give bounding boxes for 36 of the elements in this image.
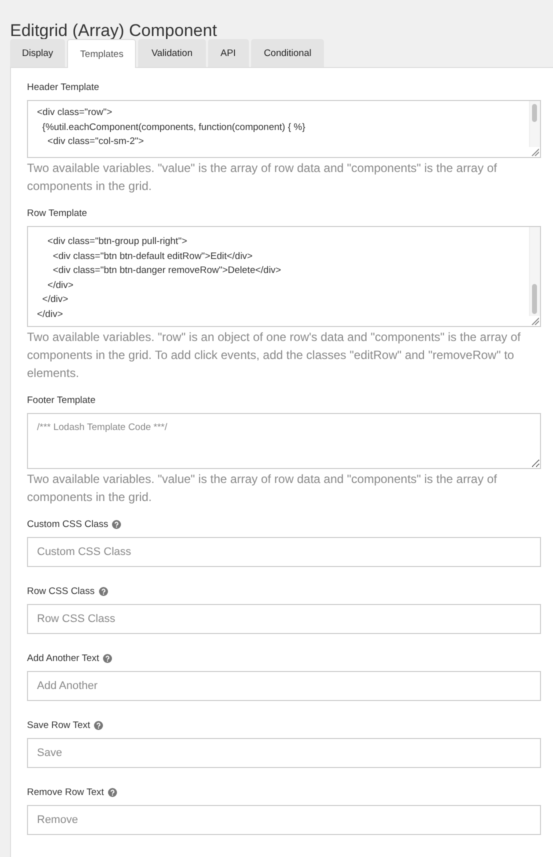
text-field[interactable]: Custom CSS Class — [27, 537, 541, 567]
help-text: Two available variables. "value" is the array of row data and "components" is the array of components in the grid. — [27, 471, 498, 506]
help-icon[interactable] — [94, 721, 104, 730]
scrollbar[interactable] — [529, 227, 540, 316]
field-label: Row CSS Class — [27, 586, 95, 597]
tab[interactable]: Templates — [67, 39, 136, 68]
code-field[interactable]: <div class="btn-group pull-right"> <div class="btn btn-default editRow">Edit</div> <div class="btn btn-danger removeRow">Delete</div> </div> </div> </div> — [27, 226, 541, 327]
tab[interactable]: Validation — [138, 39, 206, 67]
help-text: Two available variables. "value" is the array of row data and "components" is the array of components in the grid. — [27, 160, 498, 195]
text-field[interactable]: Add Another — [27, 671, 541, 701]
window-title: Editgrid (Array) Component — [10, 20, 218, 39]
code-text: <div class="row"> {%util.eachComponent(components, function(component) { %} <div class="col-sm-2"> — [36, 106, 306, 149]
tab[interactable]: API — [208, 39, 249, 67]
field-label: Footer Template — [27, 395, 96, 406]
template-field[interactable]: /*** Lodash Template Code ***/ — [27, 413, 541, 469]
text-field[interactable]: Row CSS Class — [27, 604, 541, 634]
scrollbar[interactable] — [529, 101, 540, 147]
field-label: Save Row Text — [27, 720, 90, 731]
help-icon[interactable] — [108, 788, 117, 797]
code-text: <div class="btn-group pull-right"> <div class="btn btn-default editRow">Edit</div> <div class="btn btn-danger removeRow">Delete</div> </div> </div> </div> — [36, 235, 282, 322]
field-label: Add Another Text — [27, 653, 100, 664]
field-label: Header Template — [27, 82, 100, 93]
help-text: Two available variables. "row" is an object of one row's data and "components" is the array of components in the grid. To add click events, add the classes "editRow" and "removeRow" to elements. — [27, 329, 522, 382]
text-field[interactable]: Remove — [27, 805, 541, 835]
help-icon[interactable] — [112, 520, 122, 529]
text-field[interactable]: Save — [27, 738, 541, 768]
code-field[interactable]: <div class="row"> {%util.eachComponent(components, function(component) { %} <div class="col-sm-2"> — [27, 100, 541, 158]
tab[interactable]: Display — [10, 39, 66, 67]
resize-grip-icon[interactable] — [531, 148, 539, 156]
help-icon[interactable] — [103, 654, 112, 663]
tab[interactable]: Conditional — [250, 39, 324, 67]
field-label: Row Template — [27, 208, 88, 219]
help-icon[interactable] — [98, 587, 108, 596]
resize-grip-icon[interactable] — [531, 317, 539, 325]
field-label: Custom CSS Class — [27, 519, 108, 530]
field-label: Remove Row Text — [27, 787, 104, 798]
